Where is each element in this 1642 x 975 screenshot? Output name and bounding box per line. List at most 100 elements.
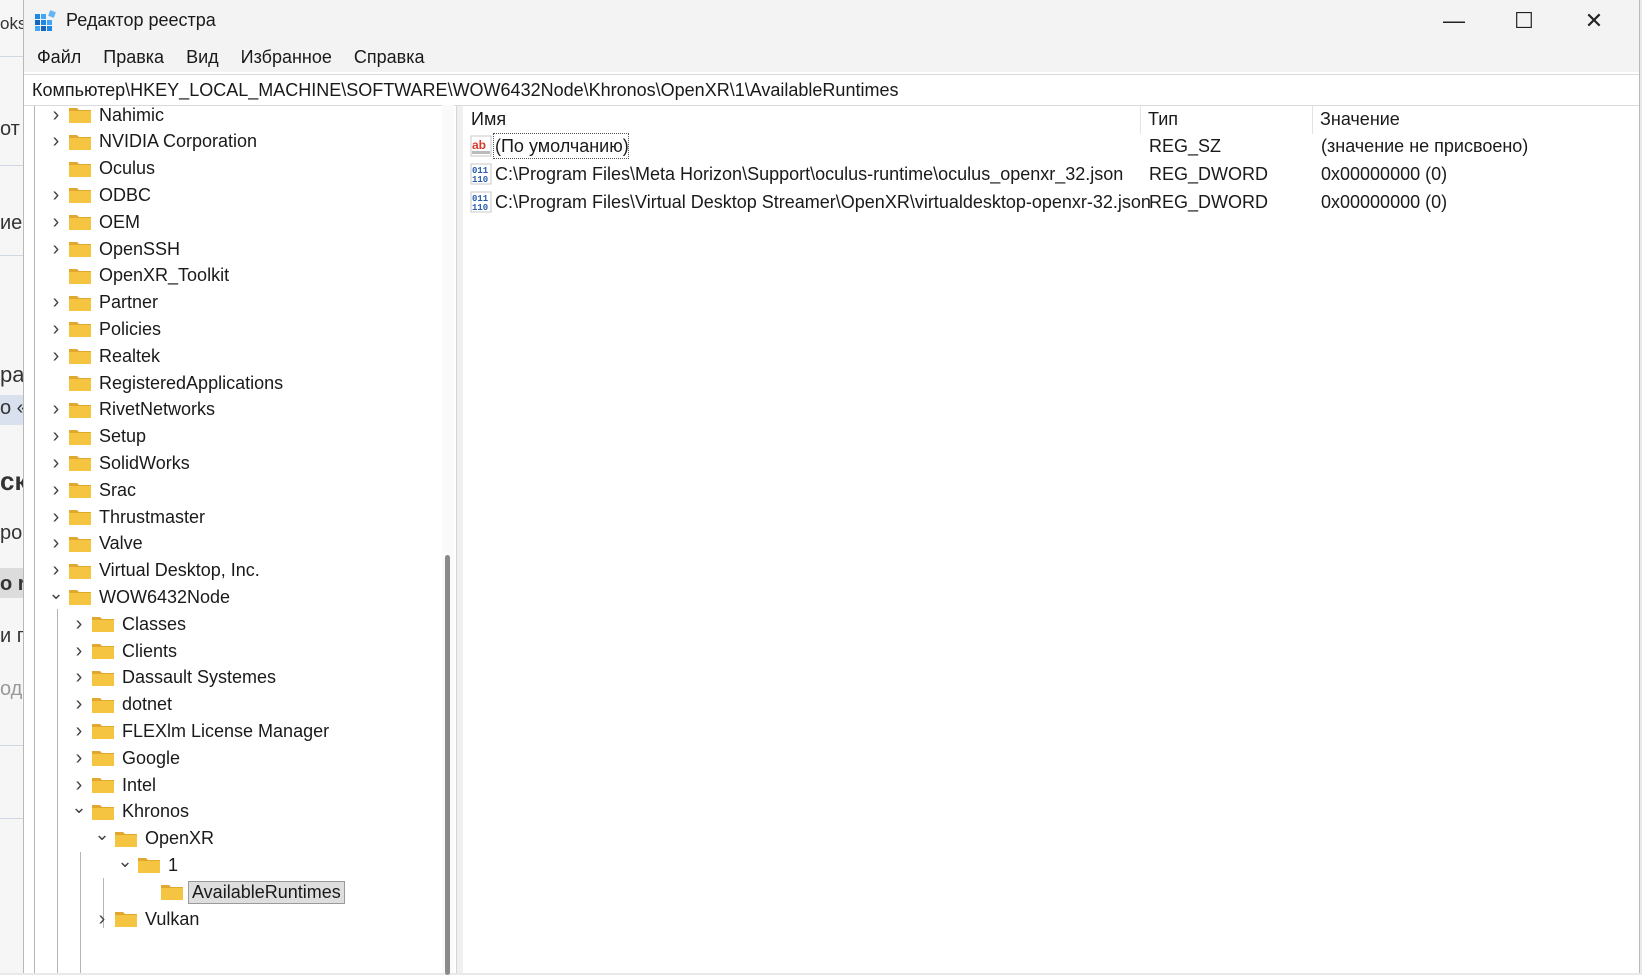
menu-view[interactable]: Вид — [175, 42, 230, 72]
chevron-right-icon[interactable]: › — [71, 720, 87, 742]
tree-item[interactable]: › Valve — [48, 530, 146, 558]
chevron-right-icon[interactable]: › — [48, 345, 64, 367]
folder-icon — [68, 481, 92, 499]
tree-item[interactable]: › NVIDIA Corporation — [48, 128, 260, 156]
folder-icon — [91, 669, 115, 687]
value-row[interactable]: 011 110 C:\Program Files\Virtual Desktop S… — [463, 188, 1639, 216]
tree-item[interactable]: AvailableRuntimes — [140, 878, 345, 906]
tree-scrollbar[interactable] — [442, 105, 454, 975]
chevron-right-icon[interactable]: › — [94, 908, 110, 930]
chevron-right-icon[interactable]: › — [71, 693, 87, 715]
values-list-pane[interactable]: Имя Тип Значение ab (По умолчанию) REG_SZ (… — [463, 106, 1639, 973]
chevron-down-icon[interactable]: ⌄ — [94, 824, 110, 844]
chevron-right-icon[interactable]: › — [48, 184, 64, 206]
tree-item[interactable]: › Realtek — [48, 342, 163, 370]
chevron-right-icon[interactable]: › — [71, 640, 87, 662]
tree-item[interactable]: › OpenSSH — [48, 235, 183, 263]
tree-item[interactable]: › SolidWorks — [48, 449, 193, 477]
tree-item[interactable]: RegisteredApplications — [48, 369, 286, 397]
tree-item[interactable]: › Dassault Systemes — [71, 664, 279, 692]
folder-icon — [68, 454, 92, 472]
tree-item[interactable]: › dotnet — [71, 691, 175, 719]
tree-item[interactable]: › OEM — [48, 208, 143, 236]
chevron-right-icon[interactable]: › — [71, 747, 87, 769]
tree-item[interactable]: › RivetNetworks — [48, 396, 218, 424]
chevron-right-icon[interactable]: › — [48, 291, 64, 313]
tree-item[interactable]: ⌄ WOW6432Node — [48, 583, 233, 611]
column-separator[interactable] — [1140, 106, 1141, 134]
tree-item[interactable]: › Vulkan — [94, 905, 202, 933]
tree-guide-line — [57, 609, 58, 973]
chevron-right-icon[interactable]: › — [48, 452, 64, 474]
folder-icon — [160, 883, 184, 901]
minimize-button[interactable]: — — [1419, 0, 1489, 42]
tree-connector — [48, 268, 64, 284]
menu-favorites[interactable]: Избранное — [230, 42, 343, 72]
menu-help[interactable]: Справка — [343, 42, 436, 72]
chevron-right-icon[interactable]: › — [48, 318, 64, 340]
address-bar[interactable]: Компьютер\HKEY_LOCAL_MACHINE\SOFTWARE\WO… — [24, 74, 1639, 106]
maximize-button[interactable]: ☐ — [1489, 0, 1559, 42]
menu-file[interactable]: Файл — [26, 42, 92, 72]
menu-edit[interactable]: Правка — [92, 42, 175, 72]
column-header-data[interactable]: Значение — [1320, 109, 1400, 130]
chevron-right-icon[interactable]: › — [71, 666, 87, 688]
chevron-right-icon[interactable]: › — [48, 532, 64, 554]
tree-item[interactable]: ⌄ 1 — [117, 851, 181, 879]
close-icon: ✕ — [1584, 8, 1604, 33]
tree-item[interactable]: OpenXR_Toolkit — [48, 262, 232, 290]
folder-icon — [91, 642, 115, 660]
tree-item[interactable]: › Srac — [48, 476, 139, 504]
tree-item[interactable]: › Virtual Desktop, Inc. — [48, 557, 263, 585]
tree-item[interactable]: › ODBC — [48, 181, 154, 209]
chevron-down-icon[interactable]: ⌄ — [48, 583, 64, 603]
chevron-right-icon[interactable]: › — [48, 398, 64, 420]
chevron-right-icon[interactable]: › — [48, 559, 64, 581]
column-header-type[interactable]: Тип — [1148, 109, 1178, 130]
value-type: REG_DWORD — [1149, 192, 1269, 212]
tree-item[interactable]: Oculus — [48, 155, 158, 183]
tree-item[interactable]: › Clients — [71, 637, 180, 665]
tree-item[interactable]: › Nahimic — [48, 106, 167, 129]
value-row[interactable]: ab (По умолчанию) REG_SZ (значение не присв… — [463, 132, 1639, 160]
chevron-right-icon[interactable]: › — [71, 613, 87, 635]
tree-item-label: OpenXR_Toolkit — [99, 265, 230, 286]
column-separator[interactable] — [1312, 106, 1313, 134]
value-name: C:\Program Files\Virtual Desktop Streame… — [495, 192, 1151, 212]
chevron-down-icon[interactable]: ⌄ — [71, 797, 87, 817]
tree-item[interactable]: ⌄ OpenXR — [94, 824, 217, 853]
chevron-right-icon[interactable]: › — [48, 106, 64, 126]
tree-item[interactable]: ⌄ Khronos — [71, 797, 192, 826]
tree-item-label: RegisteredApplications — [99, 372, 284, 393]
background-text: от — [0, 118, 20, 140]
column-header-name[interactable]: Имя — [471, 109, 506, 130]
tree-item-label: Google — [122, 747, 181, 768]
background-text: ра — [0, 362, 25, 387]
chevron-right-icon[interactable]: › — [48, 479, 64, 501]
tree-item-label: Dassault Systemes — [122, 667, 277, 688]
chevron-down-icon[interactable]: ⌄ — [117, 851, 133, 871]
chevron-right-icon[interactable]: › — [48, 130, 64, 152]
chevron-right-icon[interactable]: › — [48, 211, 64, 233]
tree-item[interactable]: › Thrustmaster — [48, 503, 208, 531]
tree-item[interactable]: › Partner — [48, 289, 161, 317]
key-tree-pane[interactable]: › Nahimic › NVIDIA Corporation Oculus › ODBC › O… — [24, 106, 456, 973]
tree-item[interactable]: › Intel — [71, 771, 159, 799]
tree-scrollbar-thumb[interactable] — [445, 555, 450, 975]
value-row[interactable]: 011 110 C:\Program Files\Meta Horizon\Supp… — [463, 160, 1639, 188]
close-button[interactable]: ✕ — [1559, 0, 1629, 42]
title-bar[interactable]: Редактор реестра — ☐ ✕ — [24, 0, 1639, 42]
tree-item[interactable]: › Setup — [48, 423, 149, 451]
tree-item-label: Setup — [99, 426, 147, 447]
chevron-right-icon[interactable]: › — [48, 425, 64, 447]
value-type: REG_SZ — [1149, 136, 1222, 156]
tree-item[interactable]: › FLEXlm License Manager — [71, 717, 332, 745]
tree-item[interactable]: › Policies — [48, 315, 164, 343]
tree-item[interactable]: › Google — [71, 744, 183, 772]
chevron-right-icon[interactable]: › — [71, 774, 87, 796]
folder-icon — [68, 401, 92, 419]
chevron-right-icon[interactable]: › — [48, 506, 64, 528]
chevron-right-icon[interactable]: › — [48, 238, 64, 260]
tree-item-label: Vulkan — [145, 908, 200, 929]
tree-item[interactable]: › Classes — [71, 610, 189, 638]
